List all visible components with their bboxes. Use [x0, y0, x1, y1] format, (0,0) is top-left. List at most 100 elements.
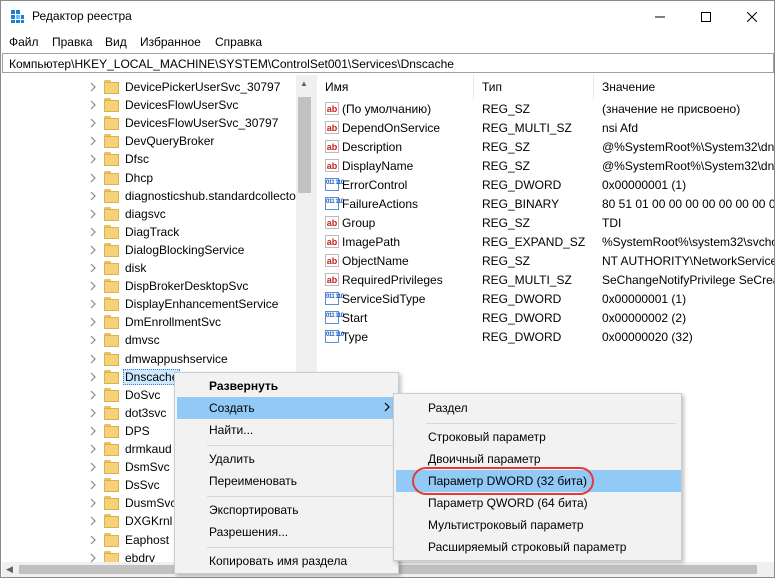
- expand-chevron-icon[interactable]: [88, 334, 98, 346]
- folder-icon: [104, 170, 119, 185]
- value-row[interactable]: 011 110 Type REG_DWORD 0x00000020 (32): [317, 327, 774, 346]
- value-row[interactable]: ab Description REG_SZ @%SystemRoot%\System3…: [317, 137, 774, 156]
- expand-chevron-icon[interactable]: [88, 172, 98, 184]
- column-header-type[interactable]: Тип: [474, 75, 594, 99]
- expand-chevron-icon[interactable]: [88, 117, 98, 129]
- value-row[interactable]: 011 110 Start REG_DWORD 0x00000002 (2): [317, 308, 774, 327]
- tree-item[interactable]: DevQueryBroker: [2, 132, 296, 150]
- value-data: 80 51 01 00 00 00 00 00 00 00 00 00 00: [602, 197, 774, 211]
- column-header-data[interactable]: Значение: [594, 75, 774, 99]
- expand-chevron-icon[interactable]: [88, 497, 98, 509]
- scroll-up-arrow-icon[interactable]: ▲: [300, 79, 308, 88]
- folder-icon: [104, 206, 119, 221]
- expand-chevron-icon[interactable]: [88, 135, 98, 147]
- expand-chevron-icon[interactable]: [88, 99, 98, 111]
- tree-item[interactable]: DevicesFlowUserSvc: [2, 96, 296, 114]
- expand-chevron-icon[interactable]: [88, 244, 98, 256]
- scroll-left-arrow-icon[interactable]: ◀: [6, 564, 13, 575]
- expand-chevron-icon[interactable]: [88, 298, 98, 310]
- expand-chevron-icon[interactable]: [88, 461, 98, 473]
- value-data: 0x00000001 (1): [602, 292, 687, 306]
- expand-chevron-icon[interactable]: [88, 81, 98, 93]
- string-value-icon: ab: [325, 235, 339, 248]
- expand-chevron-icon[interactable]: [88, 371, 98, 383]
- expand-chevron-icon[interactable]: [88, 389, 98, 401]
- expand-chevron-icon[interactable]: [88, 353, 98, 365]
- context-item-expand[interactable]: Развернуть: [177, 375, 398, 397]
- tree-item[interactable]: disk: [2, 259, 296, 277]
- expand-chevron-icon[interactable]: [88, 190, 98, 202]
- menu-view[interactable]: Вид: [105, 35, 127, 49]
- tree-item[interactable]: Dfsc: [2, 150, 296, 168]
- context-item-rename[interactable]: Переименовать: [177, 470, 398, 492]
- value-row[interactable]: ab DisplayName REG_SZ @%SystemRoot%\System3…: [317, 156, 774, 175]
- tree-scroll-thumb[interactable]: [298, 97, 311, 193]
- value-row[interactable]: ab (По умолчанию) REG_SZ (значение не присв…: [317, 99, 774, 118]
- value-row[interactable]: 011 110 ServiceSidType REG_DWORD 0x00000001…: [317, 289, 774, 308]
- expand-chevron-icon[interactable]: [88, 208, 98, 220]
- address-bar[interactable]: Компьютер\HKEY_LOCAL_MACHINE\SYSTEM\Cont…: [2, 53, 774, 73]
- submenu-item-multi-string-value[interactable]: Мультистроковый параметр: [396, 514, 681, 536]
- tree-item-label: DispBrokerDesktopSvc: [125, 279, 249, 294]
- value-row[interactable]: ab ImagePath REG_EXPAND_SZ %SystemRoot%\sys…: [317, 232, 774, 251]
- tree-item[interactable]: Dhcp: [2, 169, 296, 187]
- expand-chevron-icon[interactable]: [88, 443, 98, 455]
- folder-icon: [104, 460, 119, 475]
- value-row[interactable]: 011 110 FailureActions REG_BINARY 80 51 01 …: [317, 194, 774, 213]
- value-name: ObjectName: [342, 254, 409, 268]
- context-item-delete[interactable]: Удалить: [177, 448, 398, 470]
- folder-icon: [104, 279, 119, 294]
- tree-item[interactable]: dmwappushservice: [2, 350, 296, 368]
- value-row[interactable]: ab DependOnService REG_MULTI_SZ nsi Afd: [317, 118, 774, 137]
- context-item-permissions[interactable]: Разрешения...: [177, 521, 398, 543]
- expand-chevron-icon[interactable]: [88, 515, 98, 527]
- expand-chevron-icon[interactable]: [88, 479, 98, 491]
- expand-chevron-icon[interactable]: [88, 280, 98, 292]
- tree-item[interactable]: diagnosticshub.standardcollector: [2, 187, 300, 205]
- binary-value-icon: 011 110: [325, 311, 344, 324]
- maximize-button[interactable]: [683, 1, 729, 32]
- expand-chevron-icon[interactable]: [88, 552, 98, 562]
- menu-edit[interactable]: Правка: [52, 35, 93, 49]
- column-header-name[interactable]: Имя: [317, 75, 474, 99]
- submenu-item-string-value[interactable]: Строковый параметр: [396, 426, 681, 448]
- tree-item[interactable]: DispBrokerDesktopSvc: [2, 277, 296, 295]
- menu-help[interactable]: Справка: [215, 35, 262, 49]
- value-name: ErrorControl: [342, 178, 408, 192]
- tree-item[interactable]: diagsvc: [2, 205, 296, 223]
- value-row[interactable]: ab Group REG_SZ TDI: [317, 213, 774, 232]
- value-row[interactable]: 011 110 ErrorControl REG_DWORD 0x00000001 (…: [317, 175, 774, 194]
- expand-chevron-icon[interactable]: [88, 262, 98, 274]
- context-item-find[interactable]: Найти...: [177, 419, 398, 441]
- menu-file[interactable]: Файл: [9, 35, 39, 49]
- submenu-item-expandable-string-value[interactable]: Расширяемый строковый параметр: [396, 536, 681, 558]
- tree-item[interactable]: DmEnrollmentSvc: [2, 313, 296, 331]
- close-button[interactable]: [729, 1, 775, 32]
- context-item-new[interactable]: Создать: [177, 397, 398, 419]
- minimize-button[interactable]: [637, 1, 683, 32]
- expand-chevron-icon[interactable]: [88, 534, 98, 546]
- value-row[interactable]: ab ObjectName REG_SZ NT AUTHORITY\NetworkSe…: [317, 251, 774, 270]
- expand-chevron-icon[interactable]: [88, 226, 98, 238]
- tree-item[interactable]: DiagTrack: [2, 223, 296, 241]
- tree-item[interactable]: dmvsc: [2, 331, 296, 349]
- tree-item[interactable]: DevicesFlowUserSvc_30797: [2, 114, 296, 132]
- value-data: 0x00000002 (2): [602, 311, 687, 325]
- folder-icon: [104, 351, 119, 366]
- submenu-item-key[interactable]: Раздел: [396, 397, 681, 419]
- expand-chevron-icon[interactable]: [88, 407, 98, 419]
- menu-favorites[interactable]: Избранное: [140, 35, 201, 49]
- expand-chevron-icon[interactable]: [88, 316, 98, 328]
- expand-chevron-icon[interactable]: [88, 153, 98, 165]
- tree-item[interactable]: DevicePickerUserSvc_30797: [2, 78, 296, 96]
- submenu-item-qword-value[interactable]: Параметр QWORD (64 бита): [396, 492, 681, 514]
- expand-chevron-icon[interactable]: [88, 425, 98, 437]
- context-item-copy-key-name[interactable]: Копировать имя раздела: [177, 550, 398, 572]
- folder-icon: [104, 405, 119, 420]
- folder-icon: [104, 98, 119, 113]
- value-row[interactable]: ab RequiredPrivileges REG_MULTI_SZ SeChange…: [317, 270, 774, 289]
- context-item-export[interactable]: Экспортировать: [177, 499, 398, 521]
- tree-item[interactable]: DialogBlockingService: [2, 241, 296, 259]
- tree-item-label: DevicesFlowUserSvc: [125, 98, 239, 113]
- tree-item[interactable]: DisplayEnhancementService: [2, 295, 296, 313]
